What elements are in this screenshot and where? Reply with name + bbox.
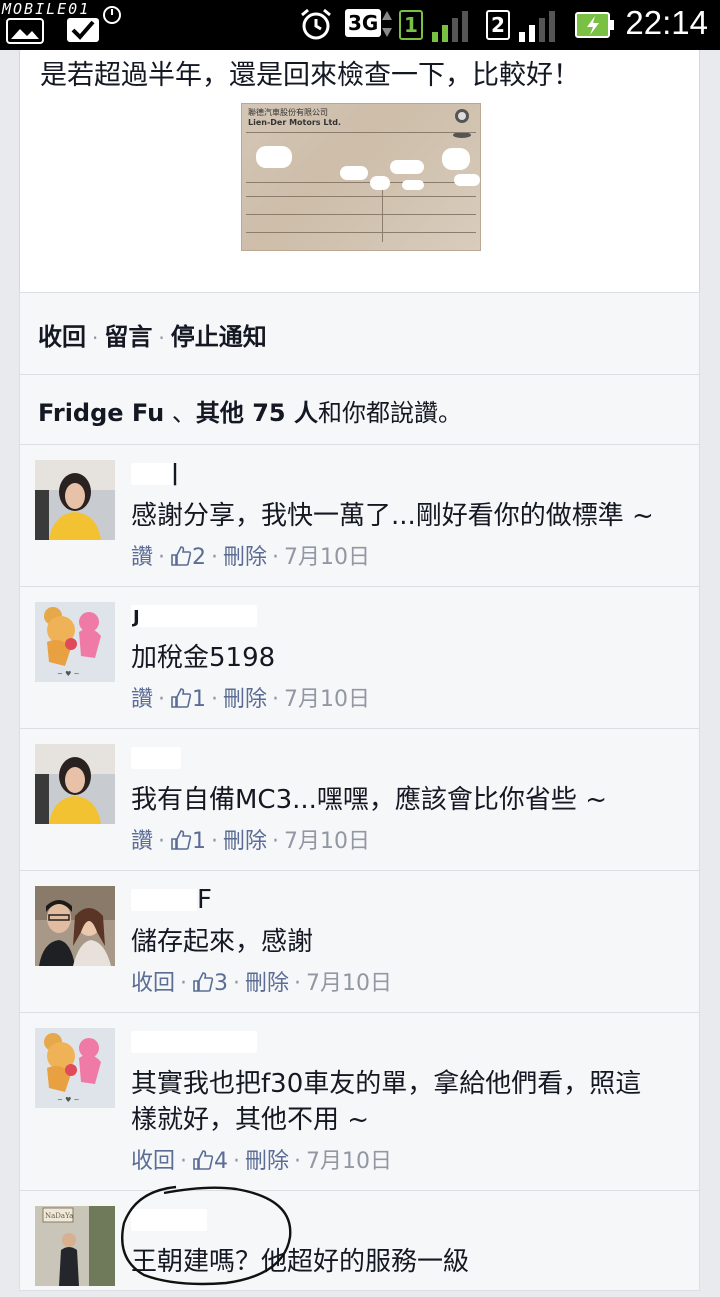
- comment-date[interactable]: 7月10日: [284, 829, 370, 854]
- commenter-name-redacted[interactable]: J: [131, 601, 261, 628]
- post-action-links: 收回 · 留言 · 停止通知: [38, 323, 267, 351]
- avatar[interactable]: NaDaYa: [35, 1206, 115, 1286]
- svg-text:~ ♥ ~: ~ ♥ ~: [57, 1096, 80, 1104]
- comment-text: 我有自備MC3...嘿嘿，應該會比你省些 ~: [131, 785, 607, 815]
- status-bar: MOBILE01 3G 1 2 22:14: [0, 0, 720, 50]
- like-link[interactable]: 讚: [131, 545, 153, 570]
- avatar[interactable]: ~ ♥ ~: [35, 602, 115, 682]
- like-count[interactable]: 3: [192, 971, 228, 996]
- sim2-badge: 2: [486, 10, 510, 40]
- svg-text:~ ♥ ~: ~ ♥ ~: [57, 670, 80, 678]
- sim2-signal-icon: [517, 10, 561, 42]
- avatar[interactable]: ~ ♥ ~: [35, 1028, 115, 1108]
- comment-link[interactable]: 留言: [104, 323, 152, 351]
- collapse-link[interactable]: 收回: [38, 323, 86, 351]
- alarm-icon: [298, 7, 334, 43]
- comment-date[interactable]: 7月10日: [284, 545, 370, 570]
- comment-meta: 讚 · 1 · 刪除 · 7月10日: [131, 823, 370, 857]
- thumbs-up-icon: [170, 687, 192, 715]
- comment-text: 感謝分享，我快一萬了...剛好看你的做標準 ~: [131, 501, 654, 531]
- timer-notification-icon: [100, 3, 124, 25]
- avatar[interactable]: [35, 460, 115, 540]
- battery-charging-icon: [575, 11, 615, 39]
- data-arrows-icon: [381, 9, 393, 39]
- post-text: 是若超過半年，還是回來檢查一下，比較好！: [40, 60, 580, 91]
- feed-content: 是若超過半年，還是回來檢查一下，比較好！ 聯德汽車股份有限公司 Lien-Der…: [0, 50, 720, 1291]
- avatar[interactable]: [35, 886, 115, 966]
- commenter-name-redacted[interactable]: [131, 743, 261, 769]
- comment-meta: 收回 · 4 · 刪除 · 7月10日: [131, 1143, 392, 1177]
- check-notification-icon: [66, 14, 102, 44]
- commenter-name-redacted[interactable]: F: [131, 885, 261, 915]
- like-count[interactable]: 1: [170, 829, 206, 854]
- like-count[interactable]: 4: [192, 1149, 228, 1174]
- clock: 22:14: [625, 4, 708, 41]
- likes-summary[interactable]: Fridge Fu 、其他 75 人和你都說讚。: [19, 375, 700, 445]
- comment-meta: 讚 · 1 · 刪除 · 7月10日: [131, 681, 370, 715]
- unlike-link[interactable]: 收回: [131, 971, 175, 996]
- comment-date[interactable]: 7月10日: [306, 1149, 392, 1174]
- like-count[interactable]: 1: [170, 687, 206, 712]
- image-notification-icon: [6, 18, 44, 44]
- network-type: 3G: [345, 9, 382, 37]
- comment-item: 我有自備MC3...嘿嘿，應該會比你省些 ~ 讚 · 1 · 刪除 · 7月10日: [19, 729, 700, 871]
- post-actions-bar: 收回 · 留言 · 停止通知: [19, 292, 700, 375]
- unlike-link[interactable]: 收回: [131, 1149, 175, 1174]
- delete-link[interactable]: 刪除: [245, 971, 289, 996]
- thumbs-up-icon: [192, 1149, 214, 1177]
- delete-link[interactable]: 刪除: [223, 687, 267, 712]
- comment-item: F 儲存起來，感謝 收回 · 3 · 刪除 · 7月10日: [19, 871, 700, 1013]
- comment-text-line2: 樣就好，其他不用 ~: [131, 1105, 370, 1135]
- thumbs-up-icon: [170, 829, 192, 857]
- delete-link[interactable]: 刪除: [245, 1149, 289, 1174]
- mini-logo-icon: [452, 124, 472, 143]
- commenter-name-redacted[interactable]: [131, 1027, 261, 1053]
- comment-item: | 感謝分享，我快一萬了...剛好看你的做標準 ~ 讚 · 2 · 刪除 · 7月10日: [19, 445, 700, 587]
- comment-meta: 讚 · 2 · 刪除 · 7月10日: [131, 539, 370, 573]
- comment-item: ~ ♥ ~ J 加稅金5198 讚 · 1 · 刪除 · 7月10日: [19, 587, 700, 729]
- receipt-photo[interactable]: 聯德汽車股份有限公司 Lien-Der Motors Ltd.: [241, 103, 481, 251]
- receipt-header: 聯德汽車股份有限公司 Lien-Der Motors Ltd.: [248, 108, 342, 127]
- sim1-signal-icon: [430, 10, 474, 42]
- thumbs-up-icon: [192, 971, 214, 999]
- comment-text: 加稅金5198: [131, 643, 276, 673]
- comment-date[interactable]: 7月10日: [306, 971, 392, 996]
- comment-meta: 收回 · 3 · 刪除 · 7月10日: [131, 965, 392, 999]
- stop-notify-link[interactable]: 停止通知: [171, 323, 267, 351]
- commenter-name-redacted[interactable]: |: [131, 459, 261, 486]
- like-count[interactable]: 2: [170, 545, 206, 570]
- like-link[interactable]: 讚: [131, 829, 153, 854]
- avatar[interactable]: [35, 744, 115, 824]
- comment-text: 儲存起來，感謝: [131, 927, 314, 957]
- like-link[interactable]: 讚: [131, 687, 153, 712]
- likers-others[interactable]: 其他 75 人: [196, 399, 318, 427]
- comment-item: ~ ♥ ~ 其實我也把f30車友的單，拿給他們看，照這 樣就好，其他不用 ~ 收…: [19, 1013, 700, 1191]
- delete-link[interactable]: 刪除: [223, 829, 267, 854]
- delete-link[interactable]: 刪除: [223, 545, 267, 570]
- sim1-badge: 1: [399, 10, 423, 40]
- comment-date[interactable]: 7月10日: [284, 687, 370, 712]
- svg-text:NaDaYa: NaDaYa: [45, 1212, 73, 1220]
- comment-text: 其實我也把f30車友的單，拿給他們看，照這: [131, 1069, 642, 1099]
- post-card: 是若超過半年，還是回來檢查一下，比較好！ 聯德汽車股份有限公司 Lien-Der…: [19, 50, 700, 292]
- comment-item: NaDaYa 王朝建嗎？他超好的服務一級: [19, 1185, 700, 1291]
- liker-name[interactable]: Fridge Fu: [38, 399, 164, 427]
- thumbs-up-icon: [170, 545, 192, 573]
